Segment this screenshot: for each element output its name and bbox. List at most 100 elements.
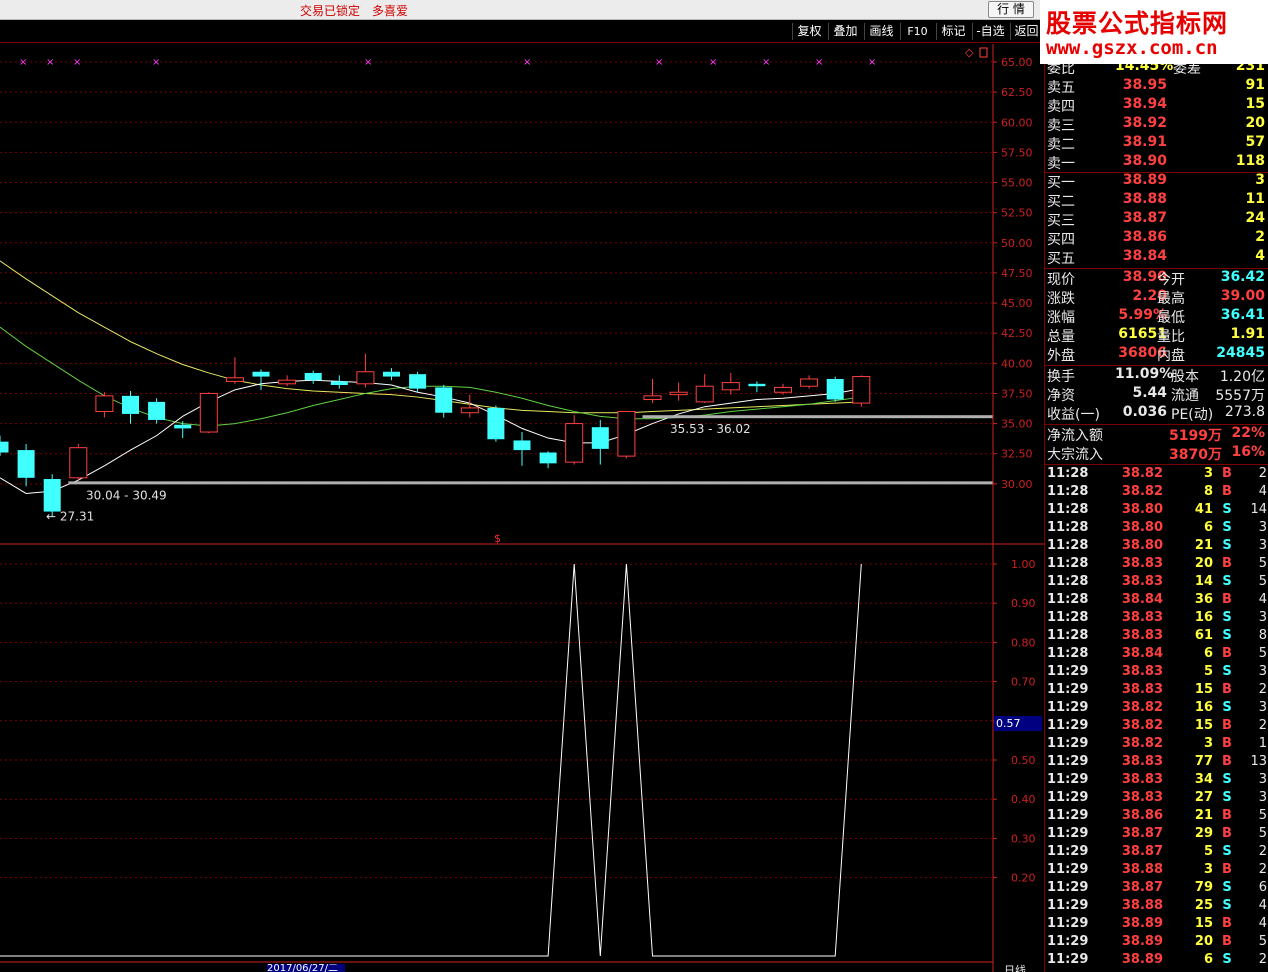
- bid-volume: 3: [1255, 172, 1265, 188]
- support-label: 35.53 - 36.02: [670, 422, 751, 436]
- tick-time: 11:29: [1047, 952, 1089, 967]
- tick-count: 4: [1258, 898, 1267, 913]
- fundamental-value: 5557万: [1215, 388, 1265, 404]
- tick-time: 11:28: [1047, 610, 1089, 625]
- tick-time: 11:29: [1047, 664, 1089, 679]
- divider: [1045, 464, 1268, 465]
- tick-row: 11:28 38.82 3 B 2: [1045, 466, 1268, 484]
- tick-time: 11:28: [1047, 520, 1089, 535]
- fundamental-row: 换手 11.09% 股本 1.20亿: [1045, 366, 1268, 385]
- tick-count: 3: [1258, 790, 1267, 805]
- fundamental-label: 收益(一): [1047, 407, 1100, 423]
- candle-body: [69, 447, 88, 479]
- market-button[interactable]: 行 情: [988, 1, 1034, 18]
- ask-row: 卖二 38.91 57: [1045, 134, 1268, 153]
- ask-row: 卖四 38.94 15: [1045, 96, 1268, 115]
- bid-price: 38.88: [1122, 191, 1167, 207]
- tick-count: 5: [1258, 574, 1267, 589]
- tick-count: 3: [1258, 772, 1267, 787]
- watermark-logo: 股票公式指标网 www.gszx.com.cn: [1040, 0, 1268, 64]
- price-tick-label: 50.00: [1001, 237, 1033, 250]
- candle-body: [487, 407, 505, 440]
- ask-price: 38.92: [1122, 115, 1167, 131]
- indicator-tick-label: 1.00: [1011, 558, 1036, 571]
- bid-volume: 4: [1255, 248, 1265, 264]
- price-tick-label: 62.50: [1001, 86, 1033, 99]
- candle-body: [748, 383, 766, 387]
- ask-price: 38.91: [1122, 134, 1167, 150]
- stock-name-label: 多喜爱: [372, 4, 409, 18]
- tick-volume: 3: [1203, 862, 1213, 877]
- stat-label: 内盘: [1157, 348, 1185, 364]
- fundamental-label: 换手: [1047, 369, 1075, 385]
- ask-label: 卖五: [1047, 80, 1075, 96]
- tick-time: 11:29: [1047, 934, 1089, 949]
- ma-layer: [0, 260, 862, 494]
- watermark-url: www.gszx.com.cn: [1046, 37, 1218, 59]
- tick-count: 14: [1250, 502, 1267, 517]
- ask-price: 38.94: [1122, 96, 1167, 112]
- fundamental-label: 净资: [1047, 388, 1075, 404]
- fundamental-value: 11.09%: [1115, 366, 1174, 382]
- bid-price: 38.84: [1122, 248, 1167, 264]
- pane-marker: $: [494, 532, 501, 545]
- ask-volume: 91: [1245, 77, 1265, 93]
- fuquan-button[interactable]: 复权: [792, 23, 826, 40]
- candle-body: [122, 395, 139, 414]
- price-tick-label: 60.00: [1001, 116, 1033, 129]
- tick-row: 11:28 38.83 14 S 5: [1045, 574, 1268, 592]
- signal-marker: ×: [523, 57, 531, 68]
- tick-time: 11:28: [1047, 484, 1089, 499]
- tick-side: S: [1222, 898, 1232, 913]
- f10-button[interactable]: F10: [900, 23, 934, 40]
- tick-volume: 77: [1194, 754, 1213, 769]
- tick-row: 11:28 38.84 36 B 4: [1045, 592, 1268, 610]
- tick-row: 11:28 38.83 16 S 3: [1045, 610, 1268, 628]
- back-button[interactable]: 返回: [1010, 23, 1042, 40]
- kline-chart[interactable]: 30.00 32.50 35.00 37.50 40.00 42.50 45.00 47.50…: [0, 44, 1044, 972]
- tick-count: 2: [1258, 862, 1267, 877]
- candle-body: [225, 377, 244, 382]
- tick-row: 11:29 38.83 27 S 3: [1045, 790, 1268, 808]
- candle-body: [565, 423, 584, 463]
- draw-line-button[interactable]: 画线: [864, 23, 898, 40]
- fund-flow-label: 净流入额: [1047, 428, 1103, 444]
- tick-count: 3: [1258, 664, 1267, 679]
- cursor-date-label: 2017/06/27/二: [267, 964, 345, 972]
- stat-label: 现价: [1047, 272, 1075, 288]
- tick-volume: 6: [1203, 646, 1213, 661]
- overlay-button[interactable]: 叠加: [828, 23, 862, 40]
- tick-side: S: [1222, 520, 1232, 535]
- tick-row: 11:29 38.89 20 B 5: [1045, 934, 1268, 952]
- signal-marker: ×: [815, 57, 823, 68]
- tick-count: 2: [1258, 844, 1267, 859]
- tick-count: 4: [1258, 592, 1267, 607]
- bid-label: 买四: [1047, 232, 1075, 248]
- candle-body: [435, 387, 453, 413]
- indicator-tick-label: 0.30: [1011, 832, 1036, 845]
- tick-volume: 3: [1203, 736, 1213, 751]
- candle-body: [278, 379, 297, 385]
- quote-panel: 委比 14.45% 委差 231 卖五 38.95 91 卖四 38.94 15 卖三 38.92 20…: [1044, 58, 1268, 972]
- tick-side: B: [1222, 556, 1232, 571]
- bid-volume: 2: [1255, 229, 1265, 245]
- tick-side: S: [1222, 502, 1232, 517]
- tick-row: 11:29 38.83 5 S 3: [1045, 664, 1268, 682]
- fund-flow-pct: 16%: [1231, 444, 1265, 460]
- tick-count: 2: [1258, 952, 1267, 967]
- ask-volume: 15: [1245, 96, 1265, 112]
- tick-row: 11:28 38.80 6 S 3: [1045, 520, 1268, 538]
- stat-row: 涨跌 2.20 最高 39.00: [1045, 288, 1268, 307]
- period-label[interactable]: 日线: [1004, 962, 1026, 972]
- mark-button[interactable]: 标记: [936, 23, 970, 40]
- grid-layer: 30.00 32.50 35.00 37.50 40.00 42.50 45.00 47.50…: [0, 56, 1036, 885]
- ask-row: 卖一 38.90 118: [1045, 153, 1268, 172]
- watermark-title: 股票公式指标网: [1046, 9, 1229, 38]
- ask-label: 卖三: [1047, 118, 1075, 134]
- tick-count: 8: [1258, 628, 1267, 643]
- fundamental-value: 5.44: [1132, 385, 1167, 401]
- tick-side: B: [1222, 934, 1232, 949]
- tick-volume: 5: [1203, 844, 1213, 859]
- stat-value: 1.91: [1230, 326, 1265, 342]
- add-favorite-button[interactable]: -自选: [972, 23, 1008, 40]
